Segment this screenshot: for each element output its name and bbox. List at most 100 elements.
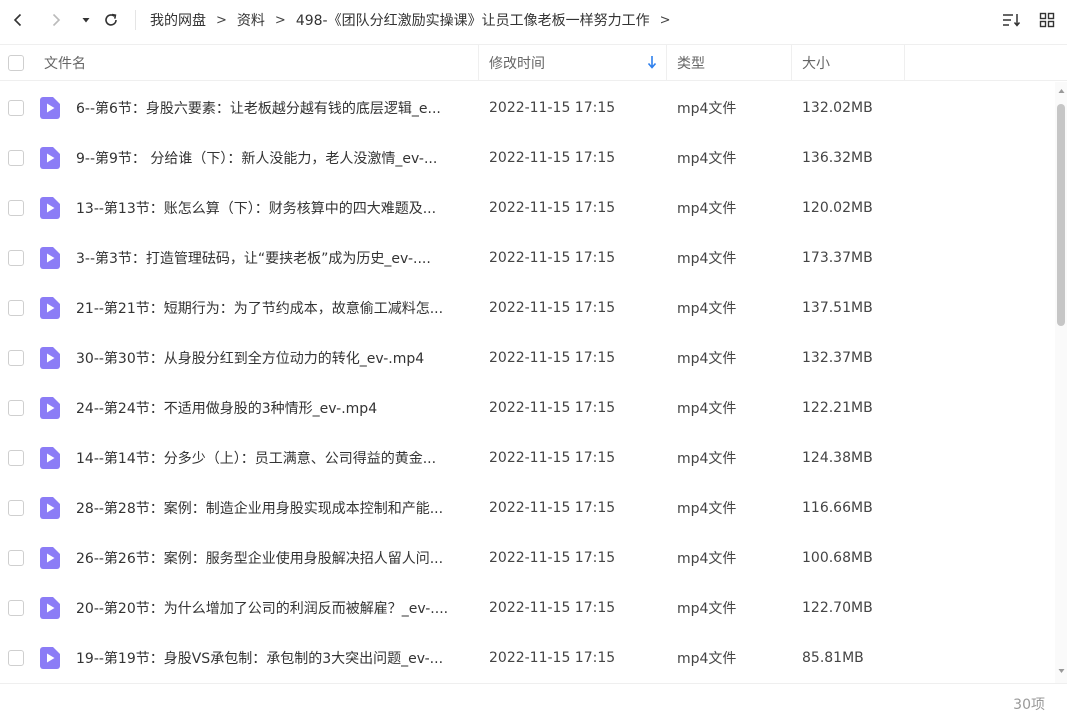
row-checkbox[interactable]: [8, 550, 24, 566]
row-checkbox[interactable]: [8, 650, 24, 666]
file-type: mp4文件: [677, 401, 737, 417]
select-all-checkbox[interactable]: [8, 54, 24, 71]
back-button[interactable]: [6, 8, 30, 32]
column-header-modified[interactable]: 修改时间: [489, 45, 666, 80]
file-modified-time: 2022-11-15 17:15: [489, 100, 616, 116]
file-type: mp4文件: [677, 251, 737, 267]
scroll-up-arrow-icon[interactable]: [1058, 88, 1065, 94]
caret-down-icon: [82, 18, 90, 23]
row-checkbox[interactable]: [8, 200, 24, 216]
file-row[interactable]: 14--第14节：分多少（上）：员工满意、公司得益的黄金... 2022-11-…: [0, 433, 1055, 483]
file-modified-time: 2022-11-15 17:15: [489, 650, 616, 666]
row-checkbox[interactable]: [8, 600, 24, 616]
column-divider[interactable]: [904, 45, 905, 80]
refresh-button[interactable]: [99, 8, 123, 32]
file-type: mp4文件: [677, 551, 737, 567]
video-file-icon: [40, 197, 60, 219]
file-modified-time: 2022-11-15 17:15: [489, 150, 616, 166]
breadcrumb-separator: >: [216, 12, 227, 28]
scrollbar-thumb[interactable]: [1057, 104, 1065, 326]
column-header-name[interactable]: 文件名: [44, 45, 478, 80]
file-name: 30--第30节：从身股分红到全方位动力的转化_ev-.mp4: [76, 351, 425, 367]
row-checkbox[interactable]: [8, 350, 24, 366]
file-size: 173.37MB: [802, 250, 873, 266]
view-mode-button[interactable]: [1035, 8, 1059, 32]
file-row[interactable]: 13--第13节：账怎么算（下）：财务核算中的四大难题及... 2022-11-…: [0, 183, 1055, 233]
video-file-icon: [40, 647, 60, 669]
video-file-icon: [40, 547, 60, 569]
row-checkbox[interactable]: [8, 250, 24, 266]
file-type: mp4文件: [677, 351, 737, 367]
file-row[interactable]: 9--第9节： 分给谁（下）：新人没能力，老人没激情_ev-... 2022-1…: [0, 133, 1055, 183]
file-modified-time: 2022-11-15 17:15: [489, 400, 616, 416]
file-name: 9--第9节： 分给谁（下）：新人没能力，老人没激情_ev-...: [76, 151, 438, 167]
column-header-size[interactable]: 大小: [802, 45, 904, 80]
file-size: 122.70MB: [802, 600, 873, 616]
row-checkbox[interactable]: [8, 150, 24, 166]
chevron-right-icon: [52, 13, 61, 27]
file-type: mp4文件: [677, 651, 737, 667]
chevron-left-icon: [13, 13, 22, 27]
video-file-icon: [40, 147, 60, 169]
breadcrumb-item-root[interactable]: 我的网盘: [150, 10, 206, 30]
forward-button[interactable]: [44, 8, 68, 32]
file-size: 132.02MB: [802, 100, 873, 116]
file-list: 6--第6节：身股六要素：让老板越分越有钱的底层逻辑_e... 2022-11-…: [0, 82, 1055, 683]
file-type: mp4文件: [677, 151, 737, 167]
column-header: 文件名 修改时间 类型 大小: [0, 44, 1067, 81]
file-size: 120.02MB: [802, 200, 873, 216]
file-size: 132.37MB: [802, 350, 873, 366]
file-size: 100.68MB: [802, 550, 873, 566]
file-name: 13--第13节：账怎么算（下）：财务核算中的四大难题及...: [76, 201, 437, 217]
history-dropdown-button[interactable]: [74, 8, 98, 32]
video-file-icon: [40, 347, 60, 369]
file-type: mp4文件: [677, 201, 737, 217]
video-file-icon: [40, 447, 60, 469]
file-size: 124.38MB: [802, 450, 873, 466]
file-name: 6--第6节：身股六要素：让老板越分越有钱的底层逻辑_e...: [76, 101, 441, 117]
row-checkbox[interactable]: [8, 400, 24, 416]
file-row[interactable]: 21--第21节：短期行为：为了节约成本，故意偷工减料怎... 2022-11-…: [0, 283, 1055, 333]
file-type: mp4文件: [677, 101, 737, 117]
column-divider[interactable]: [478, 45, 479, 80]
file-name: 24--第24节：不适用做身股的3种情形_ev-.mp4: [76, 401, 378, 417]
file-type: mp4文件: [677, 501, 737, 517]
sort-descending-icon: [647, 56, 657, 69]
file-name: 3--第3节：打造管理砝码，让“要挟老板”成为历史_ev-....: [76, 251, 431, 267]
sort-order-icon: [1003, 14, 1021, 27]
breadcrumb-item-current[interactable]: 498-《团队分红激励实操课》让员工像老板一样努力工作: [296, 10, 650, 30]
sort-menu-button[interactable]: [1000, 8, 1024, 32]
breadcrumb-item-folder[interactable]: 资料: [237, 10, 265, 30]
file-row[interactable]: 20--第20节：为什么增加了公司的利润反而被解雇？_ev-.... 2022-…: [0, 583, 1055, 633]
column-header-type[interactable]: 类型: [677, 45, 791, 80]
file-type: mp4文件: [677, 301, 737, 317]
row-checkbox[interactable]: [8, 500, 24, 516]
file-row[interactable]: 3--第3节：打造管理砝码，让“要挟老板”成为历史_ev-.... 2022-1…: [0, 233, 1055, 283]
file-modified-time: 2022-11-15 17:15: [489, 300, 616, 316]
file-row[interactable]: 19--第19节：身股VS承包制：承包制的3大突出问题_ev-... 2022-…: [0, 633, 1055, 683]
file-row[interactable]: 6--第6节：身股六要素：让老板越分越有钱的底层逻辑_e... 2022-11-…: [0, 83, 1055, 133]
file-name: 26--第26节：案例：服务型企业使用身股解决招人留人问...: [76, 551, 444, 567]
row-checkbox[interactable]: [8, 450, 24, 466]
breadcrumb-separator: >: [274, 12, 286, 28]
video-file-icon: [40, 247, 60, 269]
file-modified-time: 2022-11-15 17:15: [489, 500, 616, 516]
video-file-icon: [40, 497, 60, 519]
scroll-down-arrow-icon[interactable]: [1058, 668, 1065, 674]
file-size: 85.81MB: [802, 650, 864, 666]
file-name: 14--第14节：分多少（上）：员工满意、公司得益的黄金...: [76, 451, 437, 467]
file-row[interactable]: 24--第24节：不适用做身股的3种情形_ev-.mp4 2022-11-15 …: [0, 383, 1055, 433]
file-row[interactable]: 28--第28节：案例：制造企业用身股实现成本控制和产能... 2022-11-…: [0, 483, 1055, 533]
file-modified-time: 2022-11-15 17:15: [489, 600, 616, 616]
toolbar-divider: [135, 10, 136, 30]
item-count: 30项: [1013, 696, 1045, 713]
row-checkbox[interactable]: [8, 300, 24, 316]
row-checkbox[interactable]: [8, 100, 24, 116]
status-bar: 30项: [0, 683, 1067, 722]
column-divider[interactable]: [666, 45, 667, 80]
file-name: 28--第28节：案例：制造企业用身股实现成本控制和产能...: [76, 501, 444, 517]
file-row[interactable]: 30--第30节：从身股分红到全方位动力的转化_ev-.mp4 2022-11-…: [0, 333, 1055, 383]
file-size: 116.66MB: [802, 500, 873, 516]
column-divider[interactable]: [791, 45, 792, 80]
file-row[interactable]: 26--第26节：案例：服务型企业使用身股解决招人留人问... 2022-11-…: [0, 533, 1055, 583]
